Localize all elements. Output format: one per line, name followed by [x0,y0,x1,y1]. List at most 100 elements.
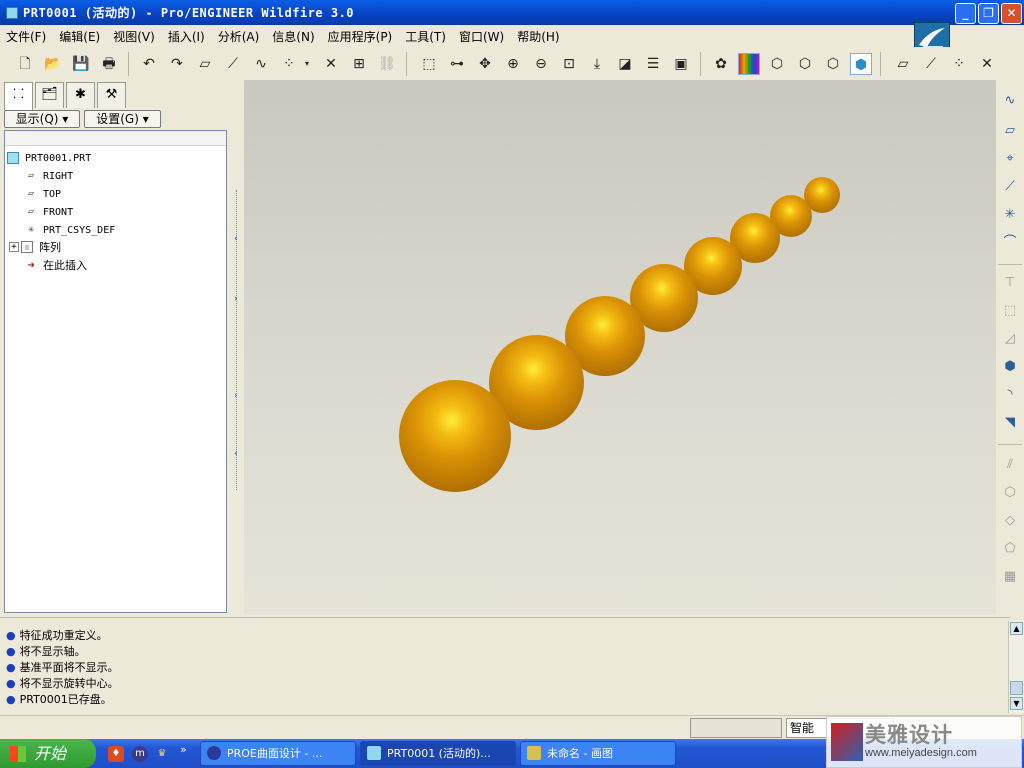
minimize-button[interactable]: _ [955,3,976,24]
sketch-tool-icon[interactable]: ⌒ [1001,234,1019,252]
zoom-out-icon[interactable]: ⊖ [530,53,552,75]
expand-arrow-icon[interactable]: › [234,392,240,401]
spin-center-icon[interactable]: ⊶ [446,53,468,75]
tree-node-insert-here[interactable]: ➜ 在此插入 [25,256,87,274]
sketched-datum-curve-icon[interactable]: ∿ [1001,92,1019,110]
quicklaunch-icon[interactable]: ♛ [154,746,170,762]
wireframe-icon[interactable]: ⬡ [766,53,788,75]
revolve-icon[interactable]: ⬚ [1001,302,1019,320]
quicklaunch-icon[interactable]: ♦ [108,746,124,762]
reorient-icon[interactable]: ⤓ [586,53,608,75]
tree-node-csys[interactable]: ✳ PRT_CSYS_DEF [25,221,115,239]
tree-node-pattern[interactable]: + ⁞⁞ 阵列 [9,238,61,256]
datum-point-tool-icon[interactable]: ⟋ [1001,178,1019,196]
axis-display-icon[interactable]: ⟋ [920,53,942,75]
scroll-down-icon[interactable]: ▼ [1010,697,1023,710]
graphics-viewport[interactable] [244,80,996,615]
menu-analysis[interactable]: 分析(A) [218,28,260,45]
no-hidden-icon[interactable]: ⬡ [822,53,844,75]
tree-node-front[interactable]: ▱ FRONT [25,203,73,221]
folder-browser-tab[interactable]: 🗂 [35,82,64,108]
save-icon[interactable]: 💾 [70,53,92,75]
task-app-icon [527,746,541,760]
connections-tab[interactable]: ⚒ [97,82,126,108]
shading-icon[interactable]: ⬢ [850,53,872,75]
merge-icon[interactable]: ⬡ [1001,484,1019,502]
print-icon[interactable]: 🖶 [98,53,120,75]
menu-tools[interactable]: 工具(T) [405,28,446,45]
datum-csys-tool-icon[interactable]: ✳ [1001,206,1019,224]
view-manager-icon[interactable]: ▣ [670,53,692,75]
favorites-tab[interactable]: ✱ [66,82,95,108]
toolbar-separator [406,52,407,76]
shell-icon[interactable]: ⬠ [1001,540,1019,558]
redraw-icon[interactable]: ⬚ [418,53,440,75]
task-button-prt0001[interactable]: PRT0001 (活动的)... [360,741,516,766]
task-button-paint[interactable]: 未命名 - 画图 [520,741,676,766]
tree-node-part[interactable]: PRT0001.PRT [7,149,91,167]
trim-icon[interactable]: ◇ [1001,512,1019,530]
color-bar-icon[interactable] [738,53,760,75]
point-display-icon[interactable]: ⁘ [948,53,970,75]
close-button[interactable]: ✕ [1001,3,1022,24]
plane-display-icon[interactable]: ▱ [892,53,914,75]
menu-edit[interactable]: 编辑(E) [59,28,100,45]
redo-icon[interactable]: ↷ [166,53,188,75]
sweep-icon[interactable]: ◿ [1001,330,1019,348]
round-icon[interactable]: ◝ [1001,386,1019,404]
sketch-curve-icon[interactable]: ∿ [250,53,272,75]
start-button[interactable]: 开始 [0,739,96,768]
annotation-icon[interactable]: ⊞ [348,53,370,75]
expand-arrow-icon[interactable]: › [234,295,240,304]
menu-insert[interactable]: 插入(I) [168,28,205,45]
datum-axis-tool-icon[interactable]: ⌖ [1001,150,1019,168]
dropdown-arrow-icon[interactable]: ▾ [302,53,312,75]
menu-window[interactable]: 窗口(W) [459,28,504,45]
maximize-button[interactable]: ❐ [978,3,999,24]
collapse-arrow-icon[interactable]: ‹ [234,450,240,459]
color-appearance-icon[interactable]: ✿ [710,53,732,75]
blend-icon[interactable]: ⬢ [1001,358,1019,376]
show-dropdown[interactable]: 显示(Q) ▾ [4,110,80,128]
model-tree-tab[interactable]: ⸬ [4,82,33,110]
zoom-in-icon[interactable]: ⊕ [502,53,524,75]
extrude-icon[interactable]: ⊤ [1001,274,1019,292]
chamfer-icon[interactable]: ◥ [1001,414,1019,432]
datum-axis-icon[interactable]: ⟋ [222,53,244,75]
menu-info[interactable]: 信息(N) [272,28,314,45]
scroll-thumb[interactable] [1010,681,1023,695]
settings-dropdown[interactable]: 设置(G) ▾ [84,110,161,128]
csys-display-icon[interactable]: ✕ [976,53,998,75]
menu-applications[interactable]: 应用程序(P) [328,28,393,45]
message-scrollbar[interactable]: ▲ ▼ [1008,621,1024,713]
link-icon[interactable]: ⛓ [376,53,398,75]
new-file-icon[interactable]: 🗋 [14,53,36,75]
pattern-icon[interactable]: ▦ [1001,568,1019,586]
menu-view[interactable]: 视图(V) [113,28,155,45]
open-folder-icon[interactable]: 📂 [42,53,64,75]
undo-icon[interactable]: ↶ [138,53,160,75]
collapse-arrow-icon[interactable]: ‹ [234,235,240,244]
watermark-title: 美雅设计 [865,723,953,747]
orient-mode-icon[interactable]: ✥ [474,53,496,75]
menu-help[interactable]: 帮助(H) [517,28,559,45]
datum-plane-icon[interactable]: ▱ [194,53,216,75]
refit-icon[interactable]: ⊡ [558,53,580,75]
more-icon[interactable]: » [180,743,187,756]
show-label: 显示(Q) [15,112,59,126]
coordinate-system-icon[interactable]: ✕ [320,53,342,75]
saved-views-icon[interactable]: ◪ [614,53,636,75]
expand-icon[interactable]: + [9,242,19,252]
panel-splitter[interactable]: ‹ › › ‹ [232,80,244,615]
datum-point-icon[interactable]: ⁘ [278,53,300,75]
menu-file[interactable]: 文件(F) [6,28,46,45]
scroll-up-icon[interactable]: ▲ [1010,622,1023,635]
task-button-proe-design[interactable]: PROE曲面设计 - ... [200,741,356,766]
layers-icon[interactable]: ☰ [642,53,664,75]
hidden-line-icon[interactable]: ⬡ [794,53,816,75]
datum-plane-tool-icon[interactable]: ▱ [1001,122,1019,140]
tree-node-right[interactable]: ▱ RIGHT [25,167,73,185]
quicklaunch-icon[interactable]: m [132,746,148,762]
mirror-icon[interactable]: ⫽ [1001,456,1019,474]
tree-node-top[interactable]: ▱ TOP [25,185,61,203]
